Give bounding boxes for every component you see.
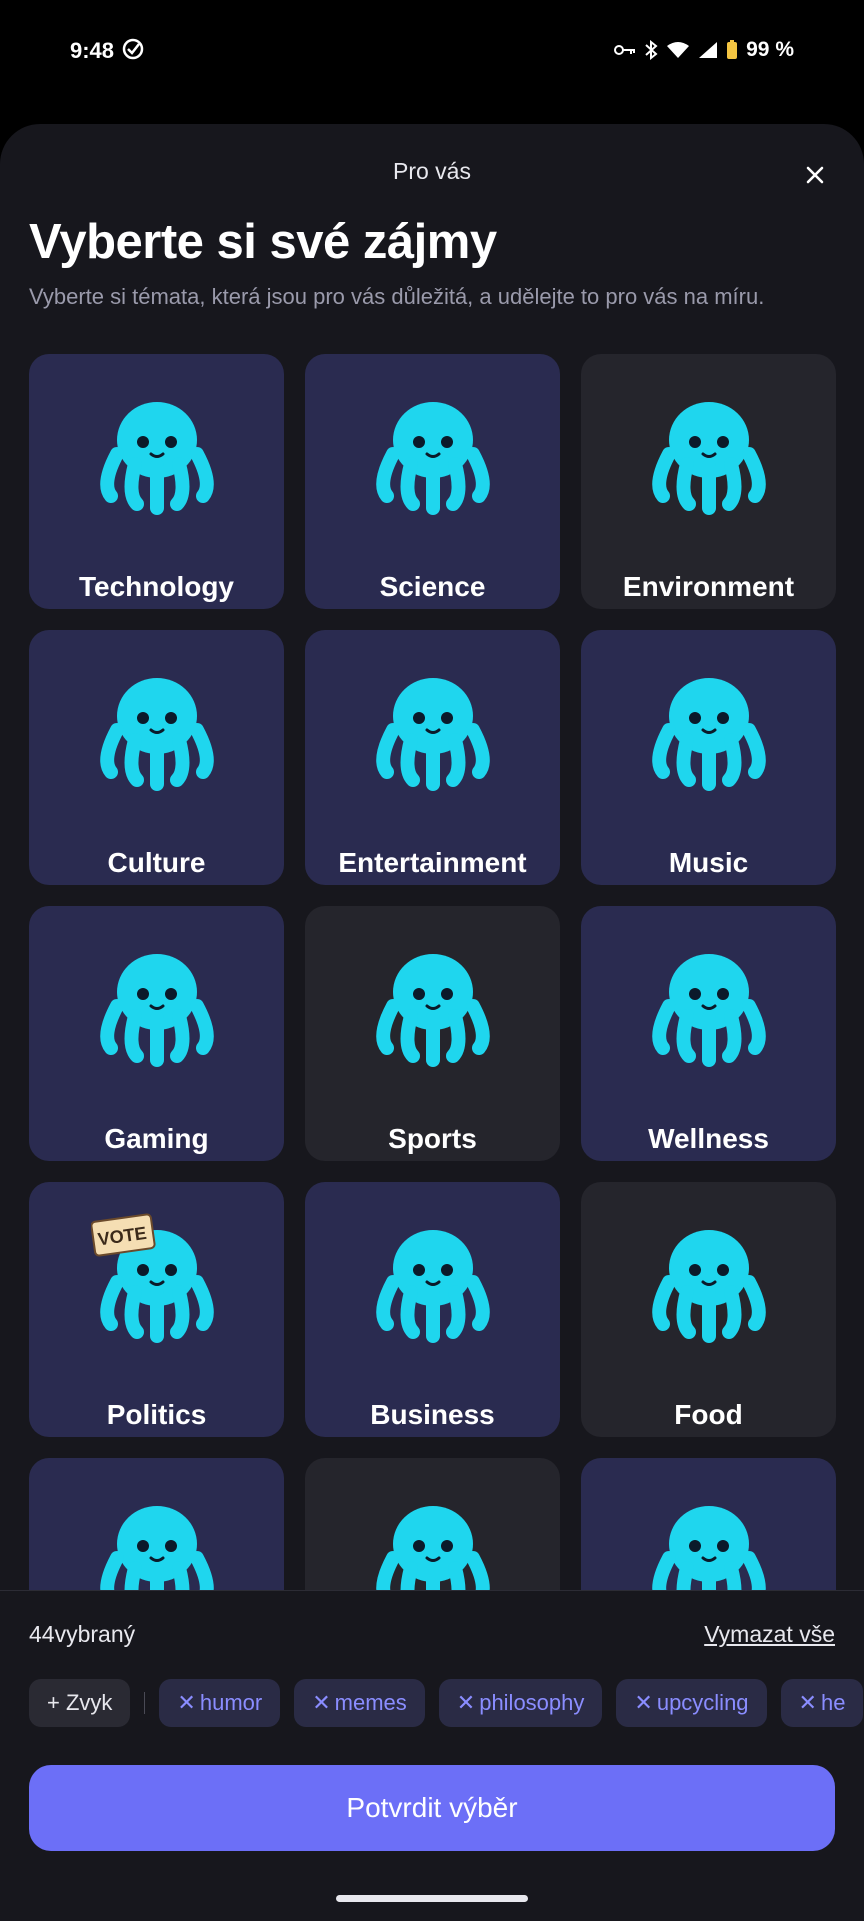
palette-icon: [100, 678, 214, 791]
popcorn-icon: [376, 678, 490, 791]
page-title: Vyberte si své zájmy: [29, 215, 497, 269]
category-label: Gaming: [104, 1123, 209, 1154]
battery-icon: [727, 40, 738, 59]
guitar-icon: [652, 678, 766, 791]
category-card[interactable]: Entertainment: [305, 630, 560, 885]
remove-tag-icon[interactable]: ✕: [312, 1690, 330, 1716]
category-card[interactable]: Culture: [29, 630, 284, 885]
chef-hat-icon: [652, 1230, 766, 1343]
category-label: Entertainment: [338, 847, 527, 878]
category-card[interactable]: Gaming: [29, 906, 284, 1161]
category-label: Music: [668, 847, 749, 878]
selected-count: 44vybraný: [29, 1621, 136, 1647]
check-circle-icon: [122, 38, 144, 60]
selected-tag-chip[interactable]: ✕ philosophy: [438, 1679, 603, 1727]
remove-tag-icon[interactable]: ✕: [457, 1690, 475, 1716]
wifi-icon: [667, 42, 690, 58]
category-grid: Technology Science Environment Culture Enter…: [29, 354, 837, 1713]
page-subtitle: Vyberte si témata, která jsou pro vás dů…: [29, 284, 765, 309]
selected-tag-chip[interactable]: ✕ memes: [294, 1679, 425, 1727]
vote-sign-icon: VOTE: [91, 1213, 214, 1343]
racecar-icon: [376, 954, 490, 1067]
globe-icon: [652, 402, 766, 515]
tag-label: philosophy: [479, 1690, 585, 1715]
remove-tag-icon[interactable]: ✕: [634, 1690, 652, 1716]
confirm-button[interactable]: Potvrdit výběr: [29, 1765, 835, 1851]
selection-panel: 44vybraný Vymazat vše + Zvyk ✕ humor ✕ meme…: [0, 1590, 864, 1921]
category-card[interactable]: Business: [305, 1182, 560, 1437]
category-label: Culture: [107, 847, 206, 878]
flask-icon: [376, 402, 490, 515]
chip-divider: [144, 1692, 146, 1714]
tag-label: upcycling: [656, 1690, 749, 1715]
category-card[interactable]: Music: [581, 630, 836, 885]
close-icon[interactable]: [800, 160, 830, 190]
clear-all-link[interactable]: Vymazat vše: [704, 1621, 835, 1648]
selected-tag-chip[interactable]: ✕ humor: [159, 1679, 281, 1727]
selected-tag-chip[interactable]: ✕ upcycling: [616, 1679, 767, 1727]
category-label: Technology: [78, 571, 235, 602]
category-card[interactable]: Science: [305, 354, 560, 609]
signal-icon: [699, 42, 718, 58]
category-label: Wellness: [648, 1123, 769, 1154]
add-habit-chip[interactable]: + Zvyk: [29, 1679, 131, 1727]
tag-label: he: [820, 1690, 846, 1715]
category-label: Politics: [106, 1399, 207, 1430]
category-card[interactable]: Food: [581, 1182, 836, 1437]
status-bar: 9:48 99 %: [0, 0, 864, 110]
category-label: Science: [379, 571, 486, 602]
category-card[interactable]: Wellness: [581, 906, 836, 1161]
selected-tag-chip[interactable]: ✕ he: [780, 1679, 864, 1727]
category-label: Business: [370, 1399, 495, 1430]
selected-chips: + Zvyk ✕ humor ✕ memes ✕ philosophy ✕ upcycling…: [29, 1679, 864, 1727]
battery-percent: 99 %: [746, 38, 794, 61]
status-time: 9:48: [70, 38, 115, 63]
tag-label: memes: [334, 1690, 407, 1715]
category-card[interactable]: VOTE Politics: [29, 1182, 284, 1437]
laptop-icon: [100, 402, 214, 515]
category-label: Environment: [622, 571, 795, 602]
bluetooth-icon: [645, 40, 658, 60]
category-card[interactable]: Technology: [29, 354, 284, 609]
category-card[interactable]: Environment: [581, 354, 836, 609]
yoga-mat-icon: [652, 954, 766, 1067]
gamepad-icon: [100, 954, 214, 1067]
tag-label: humor: [199, 1690, 263, 1715]
category-card[interactable]: Sports: [305, 906, 560, 1161]
remove-tag-icon[interactable]: ✕: [799, 1690, 817, 1716]
status-icons: 99 %: [614, 38, 794, 62]
home-indicator: [336, 1895, 528, 1902]
sheet-title: Pro vás: [393, 158, 471, 184]
remove-tag-icon[interactable]: ✕: [177, 1690, 195, 1716]
category-label: Sports: [388, 1123, 477, 1154]
key-icon: [614, 45, 636, 55]
category-label: Food: [674, 1399, 743, 1430]
suit-icon: [376, 1230, 490, 1343]
